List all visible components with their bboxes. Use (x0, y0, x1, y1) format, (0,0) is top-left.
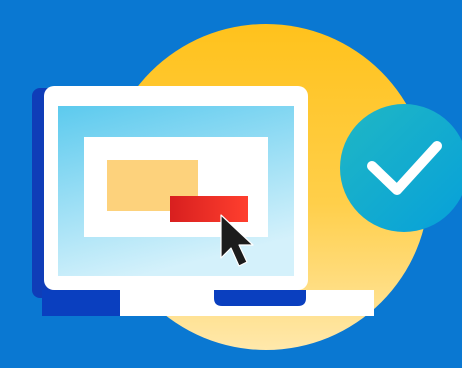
checkmark-badge (340, 104, 462, 232)
red-button (170, 196, 248, 222)
checkmark-badge-circle (340, 104, 462, 232)
illustration-canvas (0, 0, 462, 368)
laptop-base-notch (214, 290, 306, 306)
illustration-svg (0, 0, 462, 368)
laptop-base-left-shadow (42, 290, 120, 316)
